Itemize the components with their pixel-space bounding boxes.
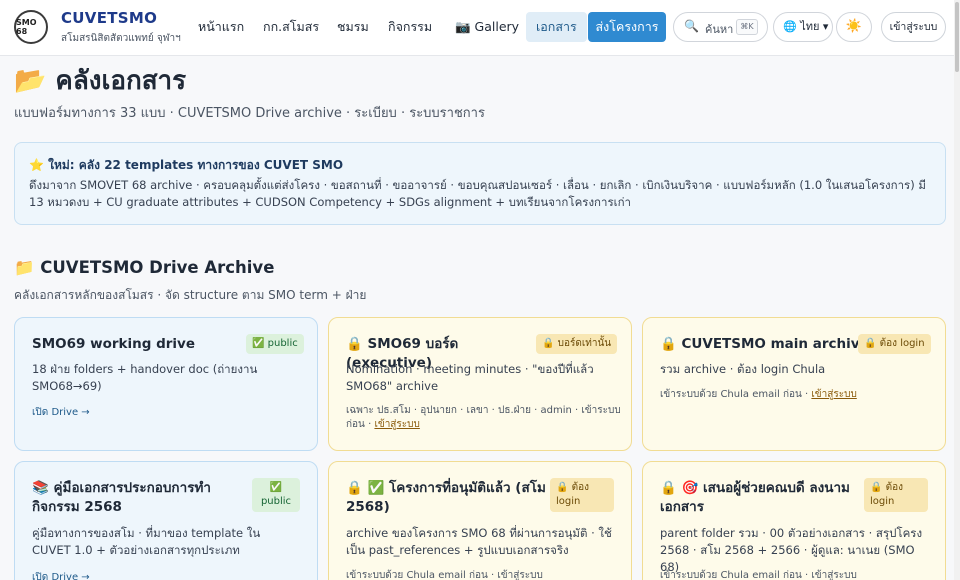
nav-activities[interactable]: กิจกรรม	[378, 12, 442, 42]
card-smo69-board[interactable]: 🔒 SMO69 บอร์ด (executive) 🔒 บอร์ดเท่านั้…	[328, 317, 632, 451]
shortcut-hint: ⌘K	[736, 19, 758, 35]
login-link[interactable]: เข้าสู่ระบบ	[811, 389, 856, 400]
open-drive-link[interactable]: เปิด Drive →	[32, 570, 90, 580]
login-link[interactable]: เข้าสู่ระบบ	[497, 570, 542, 580]
open-drive-link[interactable]: เปิด Drive →	[32, 405, 90, 420]
submit-project-button[interactable]: ส่งโครงการ	[588, 12, 666, 42]
notice-title: ⭐ ใหม่: คลัง 22 templates ทางการของ CUVE…	[29, 158, 344, 172]
page-title: 📂 คลังเอกสาร	[14, 66, 187, 96]
nav-documents[interactable]: เอกสาร	[526, 12, 587, 42]
card-description: คู่มือทางการของสโม · ที่มาของ template ใ…	[32, 526, 261, 557]
section-subtitle: คลังเอกสารหลักของสโมสร · จัด structure ต…	[14, 288, 367, 302]
scrollbar-thumb[interactable]	[955, 2, 959, 72]
card-description: archive ของโครงการ SMO 68 ที่ผ่านการอนุม…	[346, 526, 612, 557]
login-required-badge: 🔒 ต้อง login	[550, 478, 614, 512]
card-title: 🔒 🎯 เสนอผู้ช่วยคณบดี ลงนามเอกสาร	[660, 480, 850, 515]
page-subtitle: แบบฟอร์มทางการ 33 แบบ · CUVETSMO Drive a…	[14, 106, 485, 121]
brand-subtitle: สโมสรนิสิตสัตวแพทย์ จุฬาฯ	[61, 33, 181, 44]
nav-clubs[interactable]: ชมรม	[327, 12, 379, 42]
public-badge: ✅ public	[252, 478, 300, 512]
search-placeholder: ค้นหา	[705, 23, 734, 36]
public-badge: ✅ public	[246, 334, 304, 354]
access-note: เข้าระบบด้วย Chula email ก่อน · เข้าสู่ร…	[346, 570, 543, 580]
language-selector[interactable]: 🌐 ไทย ▾	[773, 12, 833, 42]
brand-title[interactable]: CUVETSMO	[61, 9, 157, 27]
top-header: SMO 68 CUVETSMO สโมสรนิสิตสัตวแพทย์ จุฬา…	[0, 0, 960, 56]
card-description: รวม archive · ต้อง login Chula	[660, 362, 826, 376]
nav-home[interactable]: หน้าแรก	[188, 12, 254, 42]
access-note: เข้าระบบด้วย Chula email ก่อน · เข้าสู่ร…	[660, 389, 857, 400]
login-required-badge: 🔒 ต้อง login	[858, 334, 931, 354]
card-description: Nomination · meeting minutes · "ของปีที่…	[346, 362, 594, 393]
card-smo69-working-drive[interactable]: SMO69 working drive ✅ public 18 ฝ่าย fol…	[14, 317, 318, 451]
login-button[interactable]: เข้าสู่ระบบ	[881, 12, 946, 42]
login-link[interactable]: เข้าสู่ระบบ	[811, 570, 856, 580]
card-description: 18 ฝ่าย folders + handover doc (ถ่ายงาน …	[32, 362, 258, 393]
access-note: เข้าระบบด้วย Chula email ก่อน · เข้าสู่ร…	[660, 570, 857, 580]
page-scrollbar[interactable]	[954, 0, 960, 580]
theme-toggle-sun-icon[interactable]: ☀️	[836, 12, 872, 42]
card-title: 🔒 CUVETSMO main archive	[660, 336, 869, 352]
nav-gallery[interactable]: 📷 Gallery	[445, 12, 529, 42]
card-title: SMO69 working drive	[32, 336, 196, 352]
card-cuvetsmo-main-archive[interactable]: 🔒 CUVETSMO main archive 🔒 ต้อง login รวม…	[642, 317, 946, 451]
board-only-badge: 🔒 บอร์ดเท่านั้น	[536, 334, 618, 354]
search-icon: 🔍	[684, 19, 699, 33]
search-button[interactable]: 🔍 ค้นหา ⌘K	[673, 12, 768, 42]
card-activity-handbook-2568[interactable]: 📚 คู่มือเอกสารประกอบการทำกิจกรรม 2568 ✅ …	[14, 461, 318, 580]
login-link[interactable]: เข้าสู่ระบบ	[374, 419, 419, 430]
card-assistant-dean-signing[interactable]: 🔒 🎯 เสนอผู้ช่วยคณบดี ลงนามเอกสาร 🔒 ต้อง …	[642, 461, 946, 580]
notice-body: ดึงมาจาก SMOVET 68 archive · ครอบคลุมตั้…	[29, 178, 926, 209]
new-templates-notice: ⭐ ใหม่: คลัง 22 templates ทางการของ CUVE…	[14, 142, 946, 225]
section-title: 📁 CUVETSMO Drive Archive	[14, 258, 275, 277]
card-title: 📚 คู่มือเอกสารประกอบการทำกิจกรรม 2568	[32, 480, 211, 515]
card-approved-projects-2568[interactable]: 🔒 ✅ โครงการที่อนุมัติแล้ว (สโม 2568) 🔒 ต…	[328, 461, 632, 580]
card-title: 🔒 ✅ โครงการที่อนุมัติแล้ว (สโม 2568)	[346, 480, 546, 515]
login-required-badge: 🔒 ต้อง login	[864, 478, 928, 512]
access-note: เฉพาะ ปธ.สโม · อุปนายก · เลขา · ปธ.ฝ่าย …	[346, 405, 621, 430]
smo-logo[interactable]: SMO 68	[14, 10, 48, 44]
nav-committee[interactable]: กก.สโมสร	[253, 12, 329, 42]
